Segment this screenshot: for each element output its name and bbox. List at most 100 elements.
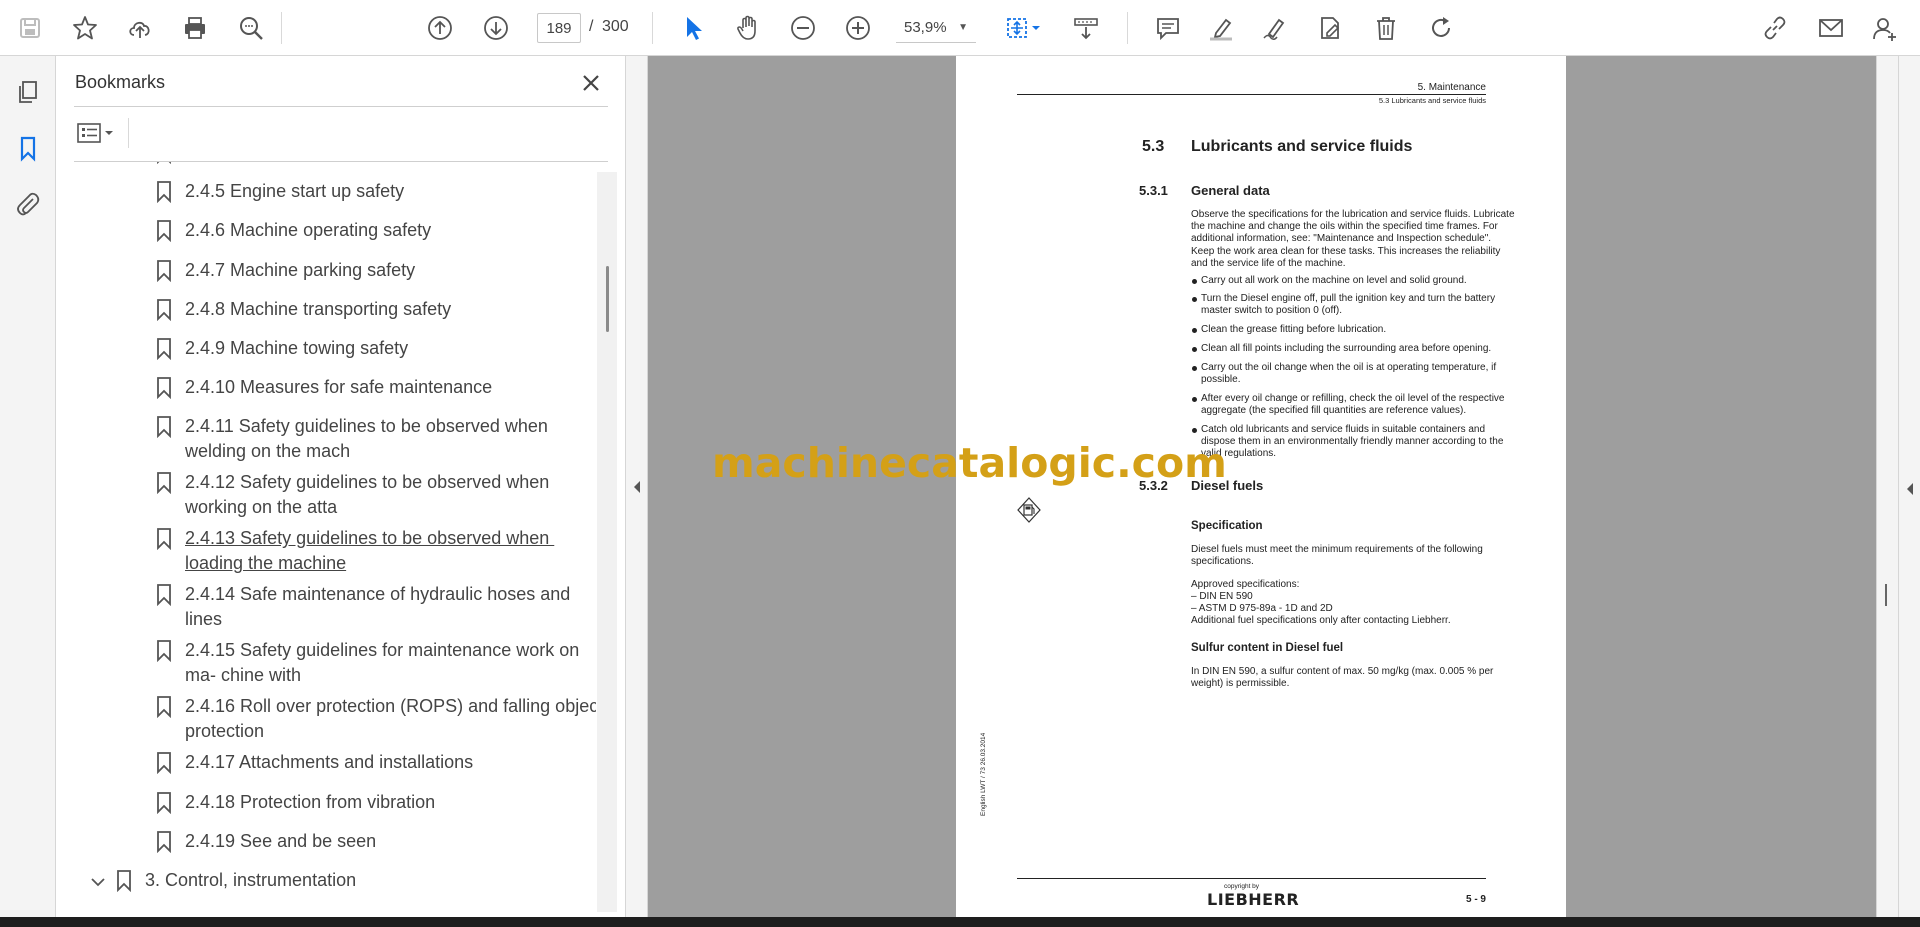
comment-icon[interactable]	[1150, 10, 1186, 46]
bookmark-item[interactable]: 2.4.19 See and be seen	[56, 829, 596, 868]
bookmark-icon	[157, 259, 171, 282]
select-cursor-icon[interactable]	[675, 10, 711, 46]
bullet-dot	[1192, 297, 1197, 302]
fuel-icon	[1016, 497, 1042, 523]
bookmark-item[interactable]: 2.4.14 Safe maintenance of hydraulic hos…	[56, 582, 596, 638]
subsection-title: General data	[1191, 183, 1270, 198]
top-toolbar: / 300 53,9% ▼	[0, 0, 1920, 56]
bookmarks-scrollbar-thumb[interactable]	[606, 266, 609, 332]
section-number: 5.3	[1142, 138, 1165, 155]
bookmark-item[interactable]: 3. Control, instrumentation	[56, 868, 596, 907]
bookmark-item[interactable]: 2.4.16 Roll over protection (ROPS) and f…	[56, 694, 596, 750]
chevron-left-icon	[633, 480, 640, 493]
expand-right-panel-button[interactable]	[1898, 56, 1920, 921]
bookmarks-list: 2.4.4 Machine start up safety 2.4.5 Engin…	[56, 162, 596, 912]
bookmark-label: 2.4.4 Machine start up safety	[185, 162, 416, 165]
approved-specs-note: Additional fuel specifications only afte…	[1191, 615, 1451, 626]
highlight-pen-icon[interactable]	[1203, 10, 1239, 46]
fit-dropdown-chevron-icon[interactable]	[1028, 10, 1044, 46]
bookmark-item[interactable]: 2.4.5 Engine start up safety	[56, 179, 596, 218]
bookmark-label: 2.4.11 Safety guidelines to be observed …	[185, 416, 548, 437]
bullet-text-line: master switch to position 0 (off).	[1201, 305, 1342, 317]
paperclip-icon[interactable]	[10, 186, 46, 222]
scroll-mode-icon[interactable]	[1068, 10, 1104, 46]
navigation-rail	[0, 56, 56, 917]
zoom-search-icon[interactable]	[233, 10, 269, 46]
bookmark-item[interactable]: 2.4.10 Measures for safe maintenance	[56, 375, 596, 414]
bookmark-label: 2.4.10 Measures for safe maintenance	[185, 377, 493, 398]
chevron-down-icon[interactable]	[90, 874, 106, 890]
toolbar-divider	[652, 12, 653, 44]
bullet-text-line: Clean all fill points including the surr…	[1201, 343, 1492, 354]
bookmark-label: ma- chine with	[185, 665, 302, 686]
bookmark-item[interactable]: 2.4.11 Safety guidelines to be observed …	[56, 414, 596, 470]
page-header-chapter: 5. Maintenance	[1417, 82, 1486, 93]
bookmark-icon	[157, 791, 171, 814]
zoom-level-value: 53,9%	[904, 19, 947, 36]
bullet-text-line: Turn the Diesel engine off, pull the ign…	[1201, 293, 1496, 304]
upload-cloud-icon[interactable]	[122, 10, 158, 46]
bookmark-item[interactable]: 2.4.12 Safety guidelines to be observed …	[56, 470, 596, 526]
document-side-note: English LWT / 73 26.03.2014	[980, 732, 987, 816]
pdf-viewer-window: / 300 53,9% ▼	[0, 0, 1920, 927]
bookmark-ribbon-icon[interactable]	[10, 130, 46, 166]
bookmark-icon	[157, 528, 171, 551]
edit-document-icon[interactable]	[1312, 10, 1348, 46]
mail-icon[interactable]	[1813, 10, 1849, 46]
bookmark-item[interactable]: 2.4.6 Machine operating safety	[56, 218, 596, 257]
document-view[interactable]: 5. Maintenance 5.3 Lubricants and servic…	[648, 56, 1876, 921]
bullet-text-line: dispose them in an environmentally frien…	[1201, 436, 1504, 448]
account-add-icon[interactable]	[1867, 10, 1903, 46]
section-title: Lubricants and service fluids	[1191, 138, 1413, 155]
collapse-panel-button[interactable]	[626, 56, 648, 917]
subsection-number: 5.3.1	[1139, 183, 1168, 198]
bullet-text-line: Clean the grease fitting before lubricat…	[1201, 324, 1387, 335]
bookmark-icon	[157, 472, 171, 495]
bookmark-icon	[157, 298, 171, 321]
bookmark-label: 2.4.13 Safety guidelines to be observed …	[185, 528, 555, 549]
save-icon[interactable]	[12, 10, 48, 46]
bookmark-item[interactable]: 2.4.13 Safety guidelines to be observed …	[56, 526, 596, 582]
star-icon[interactable]	[67, 10, 103, 46]
bookmark-item[interactable]: 2.4.4 Machine start up safety	[56, 162, 596, 179]
page-number-input[interactable]	[537, 13, 581, 43]
trash-icon[interactable]	[1368, 10, 1404, 46]
document-scrollbar-thumb[interactable]	[1885, 584, 1887, 606]
bookmark-label: lines	[185, 609, 223, 630]
bookmark-icon	[117, 870, 131, 892]
pages-icon[interactable]	[10, 74, 46, 110]
text-line: – DIN EN 590	[1191, 591, 1253, 602]
bookmark-options-button[interactable]	[74, 118, 124, 148]
zoom-out-icon[interactable]	[785, 10, 821, 46]
document-page: 5. Maintenance 5.3 Lubricants and servic…	[956, 56, 1566, 921]
bookmark-item[interactable]: 2.4.18 Protection from vibration	[56, 790, 596, 829]
arrow-down-circle-icon[interactable]	[478, 10, 514, 46]
bookmark-item[interactable]: 2.4.7 Machine parking safety	[56, 258, 596, 297]
bookmark-item[interactable]: 2.4.15 Safety guidelines for maintenance…	[56, 638, 596, 694]
close-icon[interactable]	[576, 68, 606, 98]
document-scrollbar[interactable]	[1876, 56, 1898, 921]
bookmark-item[interactable]: 2.4.8 Machine transporting safety	[56, 297, 596, 336]
link-icon[interactable]	[1757, 10, 1793, 46]
bookmark-label: working on the atta	[185, 497, 338, 518]
bookmark-label: 2.4.8 Machine transporting safety	[185, 298, 452, 319]
bookmark-icon	[157, 696, 171, 719]
hand-icon[interactable]	[730, 10, 766, 46]
bookmark-item[interactable]: 2.4.9 Machine towing safety	[56, 336, 596, 375]
rotate-icon[interactable]	[1423, 10, 1459, 46]
bullet-text-line: Catch old lubricants and service fluids …	[1201, 424, 1486, 435]
zoom-level-select[interactable]: 53,9% ▼	[896, 13, 976, 43]
bookmark-label: 3. Control, instrumentation	[145, 870, 357, 890]
print-icon[interactable]	[177, 10, 213, 46]
list-options-icon	[77, 123, 113, 143]
chevron-down-icon: ▼	[958, 22, 968, 33]
arrow-up-circle-icon[interactable]	[422, 10, 458, 46]
zoom-in-icon[interactable]	[840, 10, 876, 46]
bookmarks-panel: Bookmarks 2.4.4 Machine start up safety2…	[56, 56, 626, 917]
text-line: and the service life of the machine.	[1191, 257, 1346, 269]
bullet-dot	[1192, 366, 1197, 371]
bookmark-item[interactable]: 2.4.17 Attachments and installations	[56, 750, 596, 789]
sign-pen-icon[interactable]	[1257, 10, 1293, 46]
bookmark-label: 2.4.15 Safety guidelines for maintenance…	[185, 640, 580, 661]
bullet-text-line: Carry out all work on the machine on lev…	[1201, 275, 1467, 286]
